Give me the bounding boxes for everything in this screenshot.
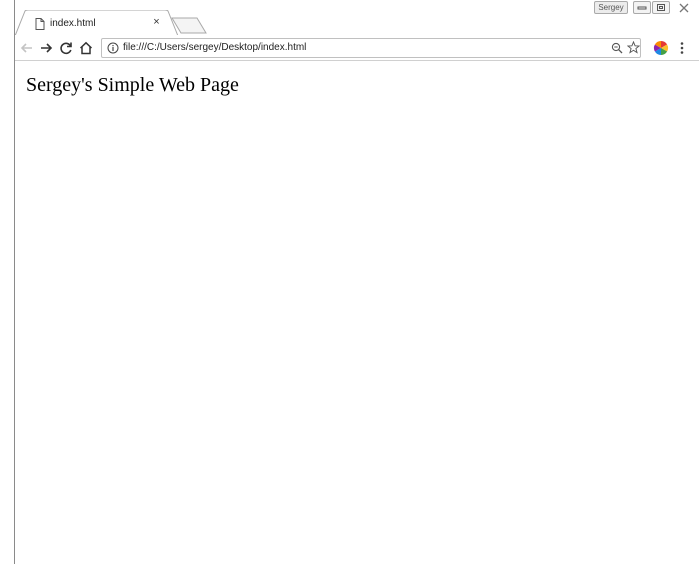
url-text[interactable]: file:///C:/Users/sergey/Desktop/index.ht… [123, 42, 306, 54]
browser-window: index.html × Sergey file:///C:/Users/ser… [14, 0, 699, 564]
profile-button[interactable]: Sergey [594, 1, 628, 14]
close-icon [679, 3, 689, 12]
home-icon [79, 41, 93, 55]
reload-icon [60, 42, 72, 55]
page-icon [35, 18, 45, 30]
home-button[interactable] [78, 40, 94, 56]
forward-button[interactable] [38, 40, 54, 56]
browser-toolbar: file:///C:/Users/sergey/Desktop/index.ht… [15, 35, 699, 61]
tab-title: index.html [50, 18, 96, 29]
back-button[interactable] [19, 40, 35, 56]
tab-index-html[interactable]: index.html × [15, 10, 179, 36]
extension-icon[interactable] [653, 40, 669, 56]
zoom-icon[interactable] [611, 42, 623, 54]
arrow-left-icon [20, 43, 32, 53]
close-window-button[interactable] [675, 1, 693, 14]
title-bar: index.html × Sergey [15, 0, 699, 36]
star-icon[interactable] [627, 41, 640, 54]
minimize-button[interactable] [633, 1, 651, 14]
more-vertical-icon[interactable] [679, 41, 685, 55]
maximize-icon [657, 4, 665, 11]
minimize-icon [637, 6, 647, 9]
new-tab-button[interactable] [171, 17, 209, 34]
tab-close-icon[interactable]: × [151, 17, 162, 28]
maximize-button[interactable] [652, 1, 670, 14]
reload-button[interactable] [58, 40, 74, 56]
page-heading: Sergey's Simple Web Page [26, 74, 239, 96]
info-icon[interactable] [107, 42, 119, 54]
page-content: Sergey's Simple Web Page [15, 61, 699, 564]
address-bar[interactable]: file:///C:/Users/sergey/Desktop/index.ht… [101, 38, 641, 58]
arrow-right-icon [41, 43, 53, 53]
